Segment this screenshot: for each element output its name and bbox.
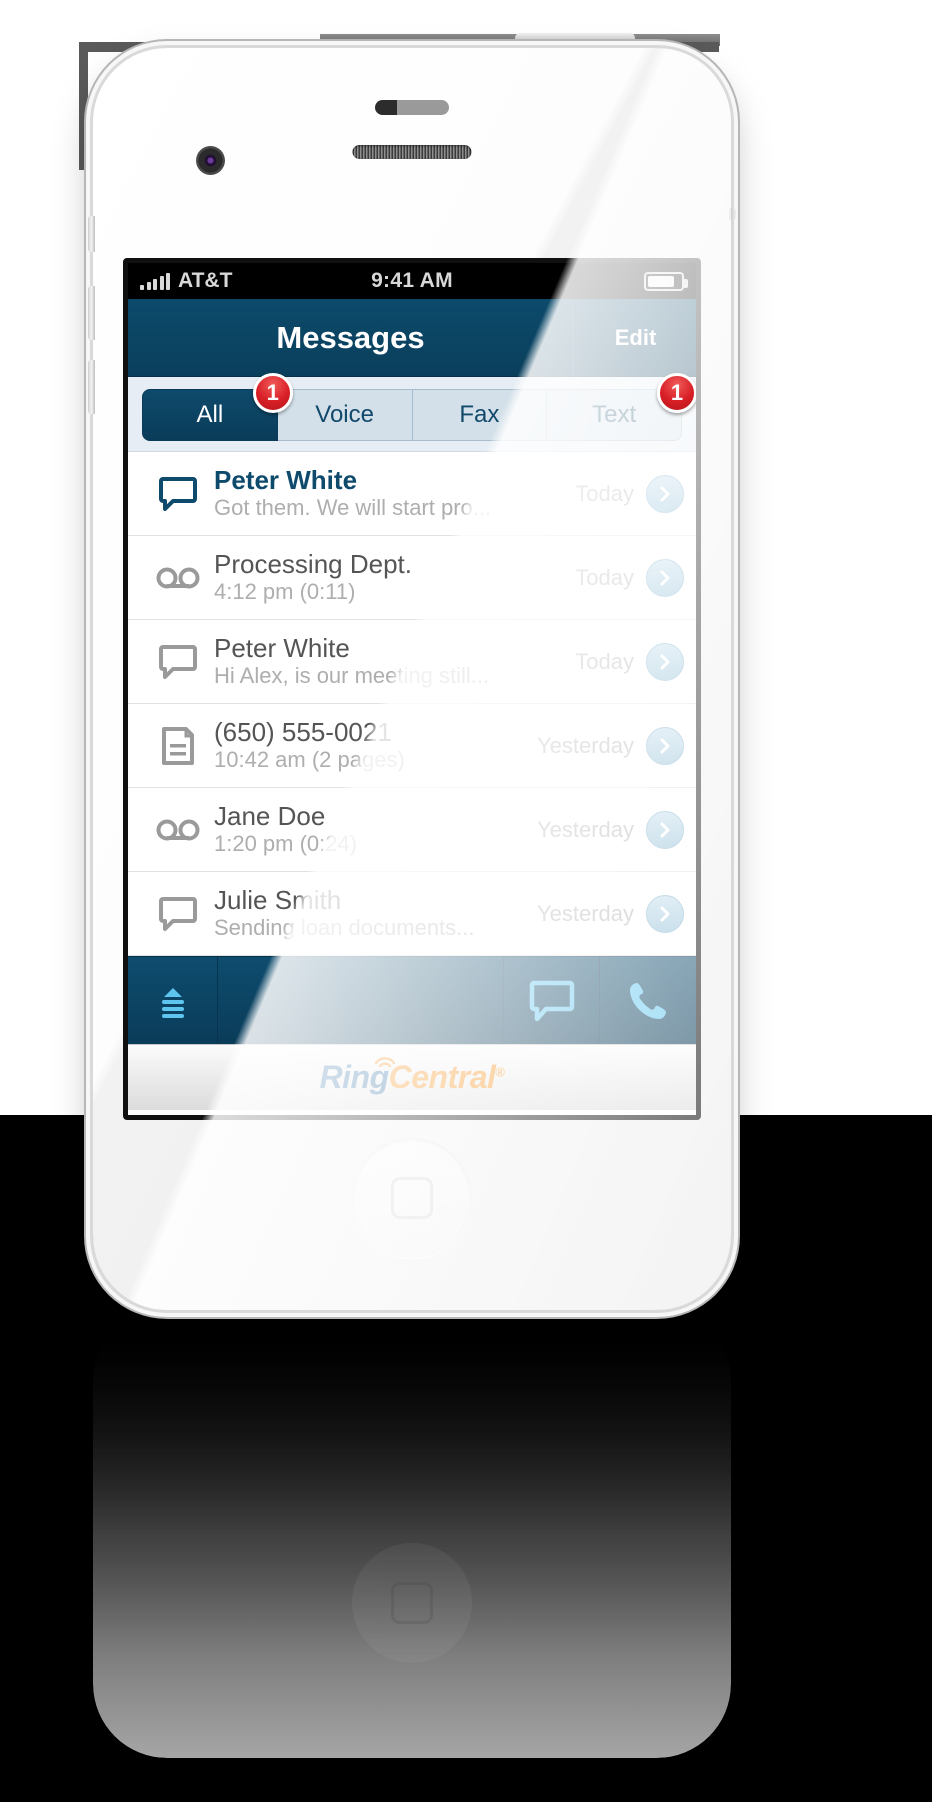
top-speaker <box>375 100 449 115</box>
home-button[interactable] <box>352 1138 472 1258</box>
row-content: Processing Dept. 4:12 pm (0:11) <box>210 550 569 606</box>
status-bar-right <box>453 271 689 291</box>
segmented-control: All 1 Voice Fax Text 1 <box>142 373 696 441</box>
reflection-home-square <box>391 1582 433 1624</box>
status-bar-left: AT&T <box>140 269 371 293</box>
navigation-bar: Messages Edit <box>128 299 696 377</box>
bottom-toolbar <box>128 956 696 1044</box>
registered-mark: ® <box>495 1064 505 1080</box>
table-row[interactable]: Peter White Hi Alex, is our meeting stil… <box>128 620 696 704</box>
message-preview: 1:20 pm (0:24) <box>214 830 358 856</box>
edit-button-label: Edit <box>614 324 657 350</box>
disclosure-chevron-icon[interactable] <box>646 642 684 681</box>
timestamp: Today <box>575 480 634 506</box>
carrier-label: AT&T <box>178 269 233 292</box>
disclosure-chevron-icon[interactable] <box>646 810 684 849</box>
phone-reflection <box>93 1318 731 1758</box>
chat-bubble-icon <box>146 644 210 679</box>
tab-voice[interactable]: Voice <box>277 389 413 441</box>
ringcentral-logo: RingCentral® <box>320 1057 505 1096</box>
status-bar: AT&T 9:41 AM <box>128 263 696 299</box>
row-content: Jane Doe 1:20 pm (0:24) <box>210 802 531 858</box>
navigation-title-area: Messages <box>128 299 574 376</box>
table-row[interactable]: Jane Doe 1:20 pm (0:24) Yesterday <box>128 788 696 872</box>
row-content: Peter White Hi Alex, is our meeting stil… <box>210 634 569 690</box>
message-list: Peter White Got them. We will start pro.… <box>128 452 696 956</box>
chat-bubble-icon <box>146 896 210 931</box>
timestamp: Today <box>575 648 634 674</box>
tab-text[interactable]: Text 1 <box>547 373 696 441</box>
page-title: Messages <box>276 319 425 355</box>
sender-name: Peter White <box>214 465 358 495</box>
table-row[interactable]: Peter White Got them. We will start pro.… <box>128 452 696 536</box>
row-content: Julie Smith Sending loan documents... <box>210 886 531 942</box>
toolbar-spacer <box>218 957 504 1044</box>
tab-text-badge: 1 <box>657 373 696 413</box>
table-row[interactable]: Processing Dept. 4:12 pm (0:11) Today <box>128 536 696 620</box>
home-button-square-icon <box>391 1177 433 1219</box>
tab-voice-label: Voice <box>315 401 374 428</box>
reflection-home-button <box>352 1543 472 1663</box>
tab-all-badge: 1 <box>252 373 293 413</box>
table-row[interactable]: (650) 555-0021 10:42 am (2 pages) Yester… <box>128 704 696 788</box>
disclosure-chevron-icon[interactable] <box>646 726 684 765</box>
branding-bar: RingCentral® <box>128 1044 696 1110</box>
front-camera-icon <box>196 146 225 175</box>
sender-name: Julie Smith <box>214 885 342 915</box>
message-preview: Sending loan documents... <box>214 914 475 940</box>
timestamp: Yesterday <box>536 816 634 842</box>
sim-tray <box>729 208 736 220</box>
tab-text-label: Text <box>592 401 637 428</box>
call-button[interactable] <box>600 957 696 1044</box>
timestamp: Today <box>575 564 634 590</box>
volume-up-button[interactable] <box>88 286 95 340</box>
screenshot-stage: AT&T 9:41 AM Messages Edit All 1 Voice F… <box>0 0 932 1802</box>
message-preview: 4:12 pm (0:11) <box>214 578 356 604</box>
voicemail-icon <box>146 817 210 843</box>
filter-tab-bar: All 1 Voice Fax Text 1 <box>128 373 696 452</box>
tab-fax[interactable]: Fax <box>412 389 548 441</box>
disclosure-chevron-icon[interactable] <box>646 558 684 597</box>
status-bar-clock: 9:41 AM <box>371 269 453 292</box>
timestamp: Yesterday <box>536 900 634 926</box>
new-message-button[interactable] <box>504 957 600 1044</box>
timestamp: Yesterday <box>536 732 634 758</box>
chat-bubble-icon <box>146 476 210 511</box>
sender-name: (650) 555-0021 <box>214 717 392 747</box>
wifi-arc-icon <box>374 1057 395 1068</box>
table-row[interactable]: Julie Smith Sending loan documents... Ye… <box>128 872 696 956</box>
row-content: (650) 555-0021 10:42 am (2 pages) <box>210 718 531 774</box>
signal-bars-icon <box>140 272 170 290</box>
message-preview: Got them. We will start pro... <box>214 494 492 520</box>
volume-down-button[interactable] <box>88 360 95 414</box>
logo-text-central: Central <box>388 1059 496 1095</box>
sender-name: Jane Doe <box>214 801 326 831</box>
chat-bubble-icon <box>529 980 574 1021</box>
earpiece-grille <box>352 145 472 159</box>
tab-fax-label: Fax <box>459 401 500 428</box>
message-preview: 10:42 am (2 pages) <box>214 746 405 772</box>
battery-icon <box>644 271 689 291</box>
phone-screen: AT&T 9:41 AM Messages Edit All 1 Voice F… <box>123 258 701 1120</box>
silent-switch[interactable] <box>88 216 95 252</box>
row-content: Peter White Got them. We will start pro.… <box>210 466 569 522</box>
disclosure-chevron-icon[interactable] <box>646 894 684 933</box>
tab-all[interactable]: All 1 <box>142 373 293 441</box>
eject-upload-icon[interactable] <box>128 957 218 1044</box>
frame-artifact-outline-left <box>79 42 88 170</box>
message-preview: Hi Alex, is our meeting still... <box>214 662 490 688</box>
disclosure-chevron-icon[interactable] <box>646 474 684 513</box>
edit-button[interactable]: Edit <box>574 299 696 376</box>
tab-all-label: All <box>196 401 224 428</box>
voicemail-icon <box>146 565 210 591</box>
phone-handset-icon <box>630 982 666 1019</box>
sender-name: Processing Dept. <box>214 549 412 579</box>
sender-name: Peter White <box>214 633 350 663</box>
phone-device: AT&T 9:41 AM Messages Edit All 1 Voice F… <box>88 48 736 1310</box>
fax-page-icon <box>146 726 210 765</box>
